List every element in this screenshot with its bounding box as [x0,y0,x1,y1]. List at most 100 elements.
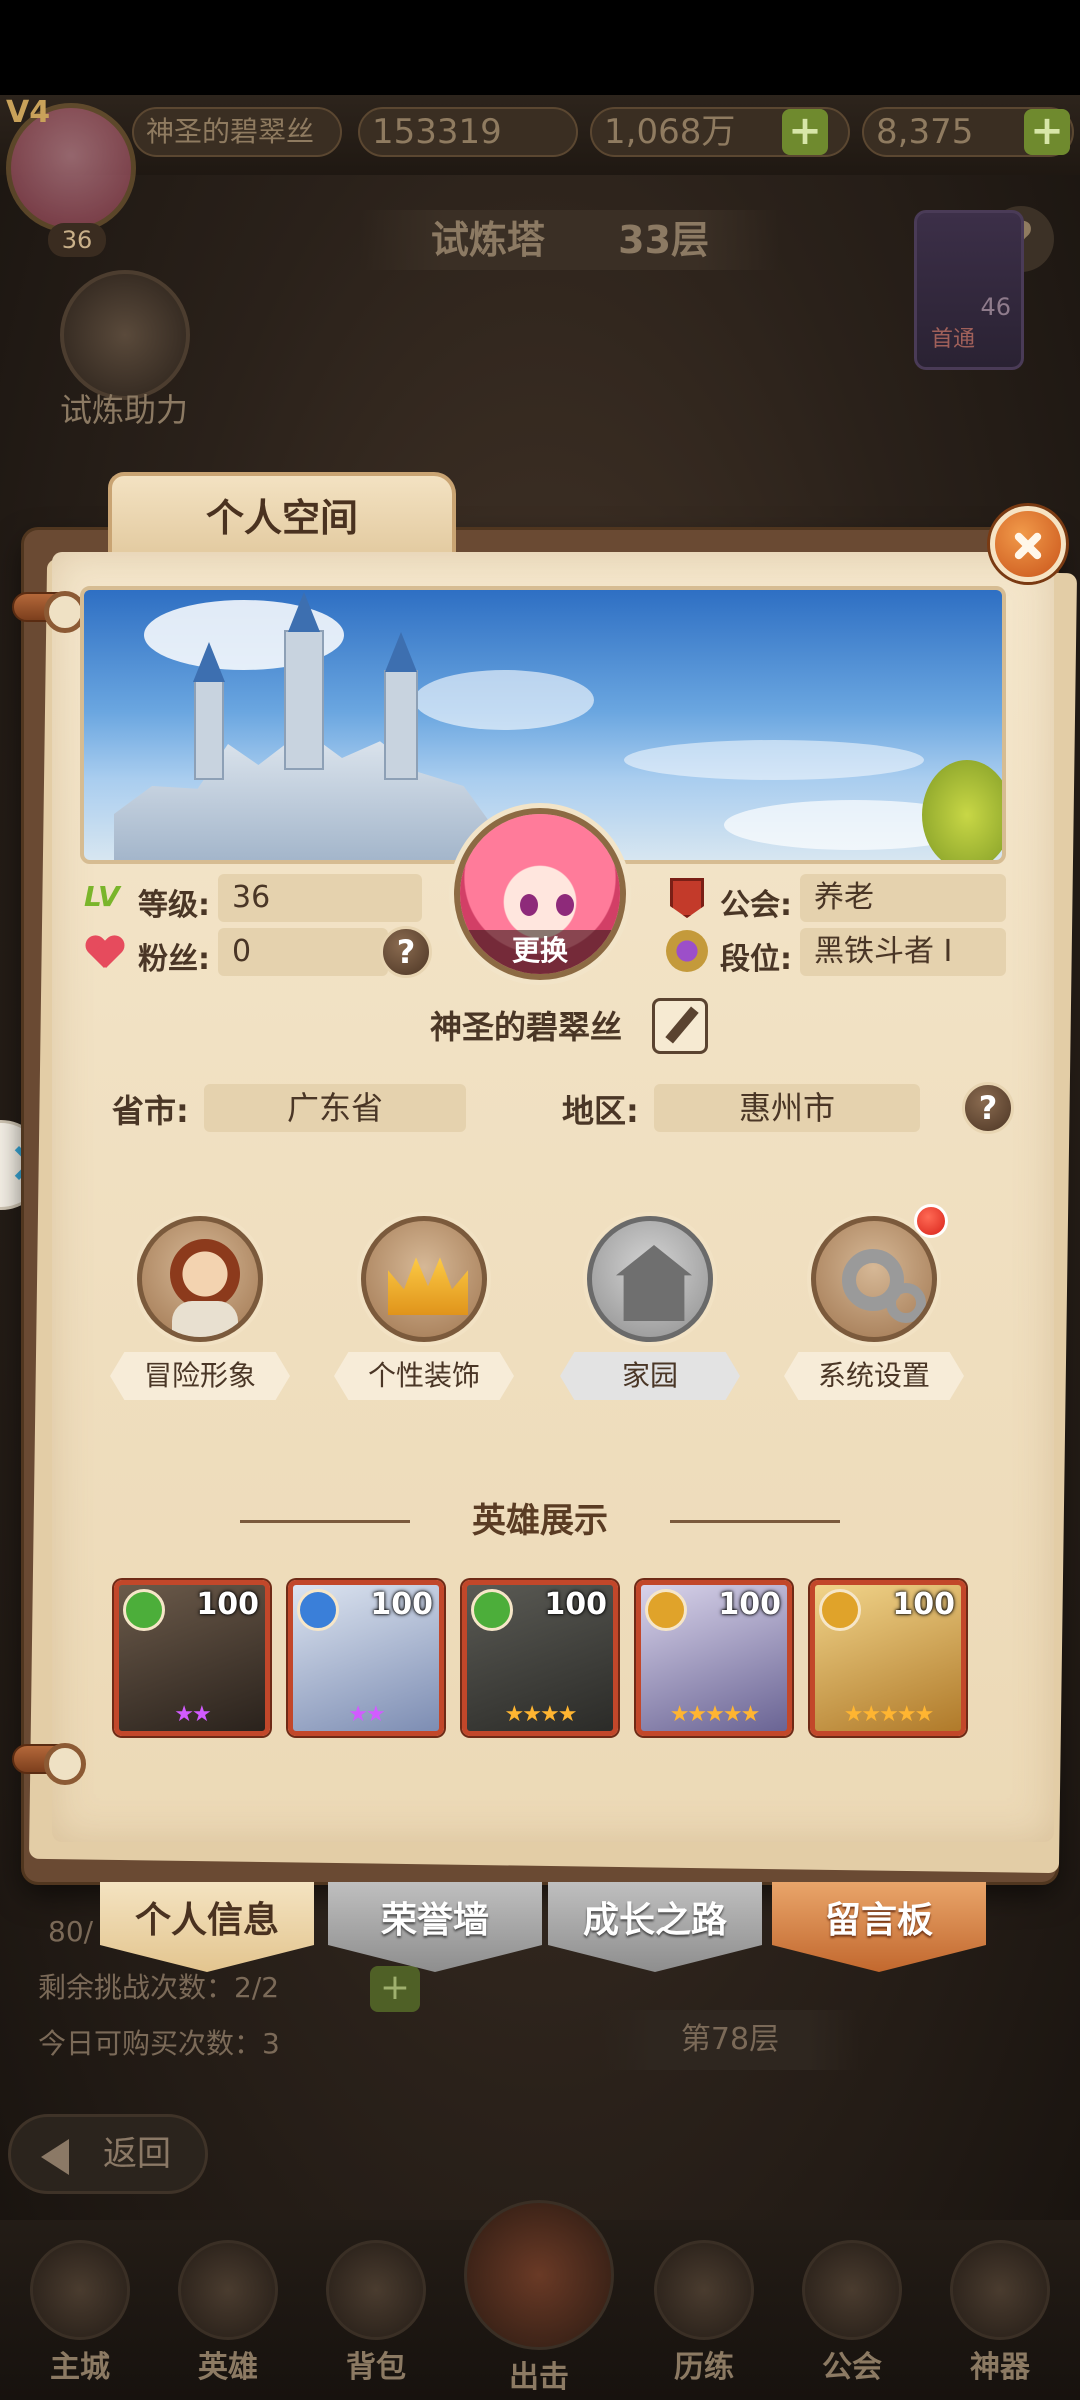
nav-label: 背包 [346,2350,406,2385]
nav-bag[interactable]: 背包 [316,2240,436,2390]
notification-dot [914,1204,948,1238]
castle-spire [193,642,225,682]
location-help-icon[interactable]: ? [962,1082,1014,1134]
rank-label: 段位: [720,942,792,977]
cloud [414,670,594,730]
floor-label: 第78层 [600,2010,860,2070]
region-value[interactable]: 惠州市 [654,1084,920,1132]
nav-attack[interactable]: 出击 [464,2200,614,2395]
hero-level: 100 [892,1587,955,1622]
castle-spire [385,632,417,672]
add-challenge-button[interactable]: + [370,1966,420,2012]
avatar-eye [520,894,538,916]
nav-label: 出击 [509,2360,569,2395]
feature-system-settings[interactable]: 系统设置 [784,1216,964,1400]
feature-home[interactable]: 家园 [560,1216,740,1400]
light-element-icon [819,1589,861,1631]
nav-heroes[interactable]: 英雄 [168,2240,288,2390]
house-icon [587,1216,713,1342]
add-gem-button[interactable]: + [1024,109,1070,155]
province-value[interactable]: 广东省 [204,1084,466,1132]
tree-leaves [922,760,1002,860]
guild-value: 养老 [800,874,1006,922]
add-gold-button[interactable]: + [782,109,828,155]
power-pill: 153319 [358,107,578,157]
castle-tower [284,630,324,770]
hero-card[interactable]: 100 ★★ [114,1580,270,1736]
feature-label: 个性装饰 [334,1352,514,1400]
hero-stars: ★★★★★ [669,1702,761,1727]
guild-icon [802,2240,902,2340]
bottom-navigation: 主城 英雄 背包 出击 历练 公会 神器 [0,2200,1080,2400]
nav-label: 公会 [822,2350,882,2385]
avatar-change-label[interactable]: 更换 [460,930,620,974]
hero-level: 100 [718,1587,781,1622]
hero-stars: ★★ [174,1702,211,1727]
player-name-pill: 神圣的碧翠丝 [132,107,342,157]
hero-icon [178,2240,278,2340]
hero-level: 100 [370,1587,433,1622]
water-element-icon [297,1589,339,1631]
player-hud: V4 36 神圣的碧翠丝 153319 1,068万 + 8,375 + [0,95,1080,257]
nav-label: 历练 [674,2350,734,2385]
fans-value: 0 [218,928,388,976]
training-icon [654,2240,754,2340]
player-level-badge: 36 [48,223,106,257]
tower-title-text: 试炼塔 [430,218,545,262]
fans-help-icon[interactable]: ? [380,926,432,978]
nav-training[interactable]: 历练 [644,2240,764,2390]
feature-adventure-look[interactable]: 冒险形象 [110,1216,290,1400]
guild-label: 公会: [720,888,792,923]
hero-level: 100 [196,1587,259,1622]
rank-value: 黑铁斗者 I [800,928,1006,976]
cloud [624,740,924,780]
nav-label: 英雄 [198,2350,258,2385]
help-power-icon[interactable] [60,270,190,400]
hero-card[interactable]: 100 ★★ [288,1580,444,1736]
gear-icon [811,1216,937,1342]
nav-label: 主城 [50,2350,110,2385]
fans-label: 粉丝: [138,942,210,977]
first-clear-level: 46 [980,293,1011,321]
crown-icon [361,1216,487,1342]
tower-title: 试炼塔 33层 [360,210,780,270]
daily-purchases: 今日可购买次数：3 [38,2027,280,2060]
back-button[interactable]: 返回 [8,2114,208,2194]
feature-label: 家园 [560,1352,740,1400]
modal-title: 个人空间 [108,472,456,560]
close-button[interactable] [990,506,1066,582]
light-element-icon [645,1589,687,1631]
rank-icon [666,930,708,972]
edit-name-pencil-icon[interactable] [652,998,708,1054]
nav-label: 神器 [970,2350,1030,2385]
hero-showcase-title: 英雄展示 [240,1496,840,1546]
bag-icon [326,2240,426,2340]
crossed-swords-icon [464,2200,614,2350]
feature-personal-decoration[interactable]: 个性装饰 [334,1216,514,1400]
nav-artifact[interactable]: 神器 [940,2240,1060,2390]
region-label: 地区: [562,1092,639,1130]
feature-label: 冒险形象 [110,1352,290,1400]
hero-card[interactable]: 100 ★★★★ [462,1580,618,1736]
level-icon: LV [84,880,120,913]
pin-icon [12,591,86,633]
hero-stars: ★★★★ [504,1702,578,1727]
hero-card[interactable]: 100 ★★★★★ [810,1580,966,1736]
adventurer-icon [137,1216,263,1342]
hero-card[interactable]: 100 ★★★★★ [636,1580,792,1736]
first-clear-card[interactable]: 46 首通 [914,210,1024,370]
tower-floor: 33层 [618,218,710,262]
castle-spire [288,592,320,632]
challenge-stats: 80/ 剩余挑战次数：2/2 + 今日可购买次数：3 [38,1915,420,2072]
nav-guild[interactable]: 公会 [792,2240,912,2390]
vip-level: V4 [6,95,51,130]
feature-label: 系统设置 [784,1352,964,1400]
profile-avatar[interactable]: 更换 [454,808,626,980]
pin-icon [12,1743,86,1785]
nav-main-city[interactable]: 主城 [20,2240,140,2390]
heart-icon [86,936,124,970]
level-label: 等级: [138,888,210,923]
wind-element-icon [471,1589,513,1631]
castle-tower [194,680,224,780]
first-clear-label: 首通 [931,327,976,352]
